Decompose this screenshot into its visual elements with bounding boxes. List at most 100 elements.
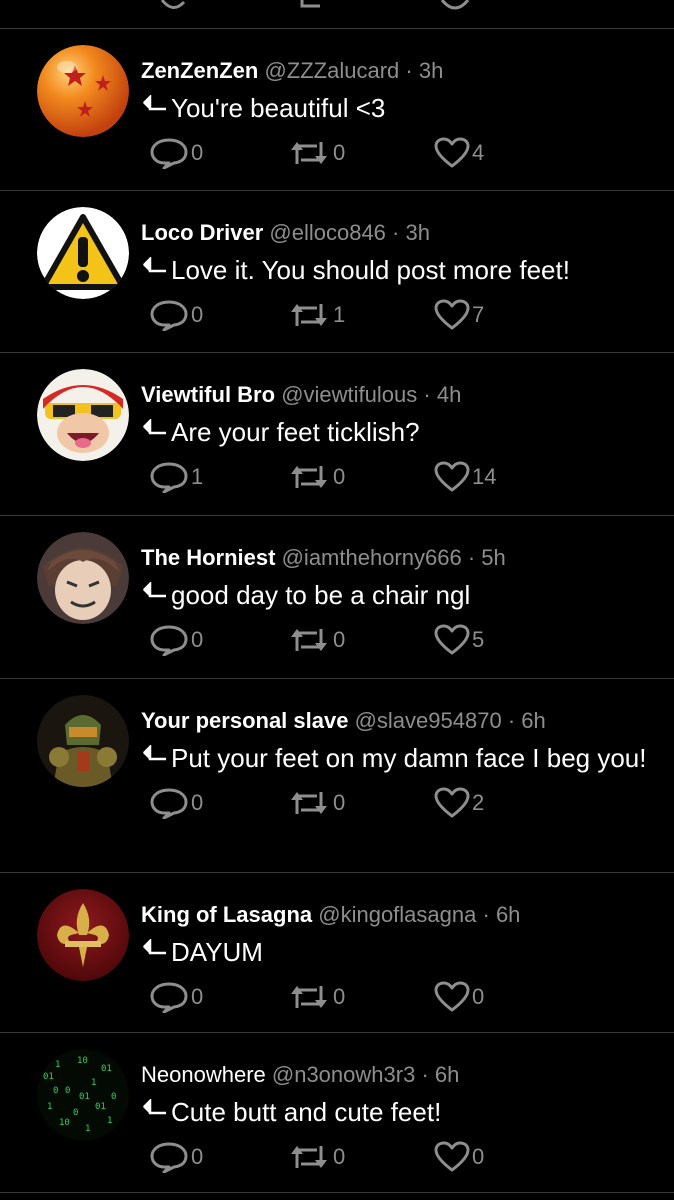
timestamp[interactable]: 6h xyxy=(521,708,545,733)
display-name[interactable]: Neonowhere xyxy=(141,1062,266,1087)
meta-separator: · xyxy=(507,708,516,733)
svg-text:01: 01 xyxy=(79,1092,90,1102)
timestamp[interactable]: 6h xyxy=(496,902,520,927)
reply-arrow-icon xyxy=(143,1099,166,1115)
display-name[interactable]: King of Lasagna xyxy=(141,902,312,927)
reply-text: good day to be a chair ngl xyxy=(141,578,654,612)
avatar[interactable] xyxy=(37,532,129,624)
comment-icon xyxy=(150,788,188,819)
like-button[interactable]: 0 xyxy=(434,980,484,1014)
avatar[interactable]: 01 1 0 10 1 01 0 1 10 0 1 01 1 01 0 xyxy=(37,1049,129,1141)
comment-button[interactable]: 1 xyxy=(149,460,203,494)
reply-text: DAYUM xyxy=(141,935,654,969)
avatar[interactable] xyxy=(37,369,129,461)
svg-text:01: 01 xyxy=(101,1064,112,1074)
comment-count: 0 xyxy=(191,140,204,165)
user-handle[interactable]: @iamthehorny666 xyxy=(282,545,462,570)
reply-text: Are your feet ticklish? xyxy=(141,415,654,449)
reply-text-content: Are your feet ticklish? xyxy=(171,417,420,447)
reply-item[interactable]: ZenZenZen @ZZZalucard · 3h You're beautif… xyxy=(0,29,674,191)
reply-text-content: Put your feet on my damn face I beg you! xyxy=(171,743,647,773)
comment-button[interactable]: 0 xyxy=(149,136,203,170)
reply-meta: Neonowhere @n3onowh3r3 · 6h xyxy=(141,1061,654,1089)
display-name[interactable]: Your personal slave xyxy=(141,708,348,733)
comment-button[interactable]: 0 xyxy=(149,298,203,332)
comment-count: 1 xyxy=(191,464,204,489)
retweet-button[interactable]: 0 xyxy=(287,980,345,1014)
like-button[interactable]: 4 xyxy=(434,136,484,170)
retweet-count: 0 xyxy=(333,984,346,1009)
comment-button[interactable]: 0 xyxy=(149,980,203,1014)
user-handle[interactable]: @ZZZalucard xyxy=(264,58,399,83)
avatar[interactable] xyxy=(37,889,129,981)
reply-item[interactable]: Loco Driver @elloco846 · 3h Love it. You … xyxy=(0,191,674,353)
reply-actions: 0 1 7 xyxy=(141,298,654,332)
meta-separator: · xyxy=(392,220,400,245)
reply-actions: 0 0 4 xyxy=(141,136,654,170)
like-button[interactable]: 5 xyxy=(434,623,484,657)
timestamp[interactable]: 6h xyxy=(435,1062,459,1087)
reply-meta: Viewtiful Bro @viewtifulous · 4h xyxy=(141,381,654,409)
timestamp[interactable]: 3h xyxy=(419,58,443,83)
like-button[interactable]: 2 xyxy=(434,786,484,820)
avatar[interactable] xyxy=(37,207,129,299)
heart-icon xyxy=(434,299,470,330)
reply-meta: Your personal slave @slave954870 · 6h xyxy=(141,707,654,735)
comment-icon xyxy=(160,0,186,9)
comment-button[interactable]: 0 xyxy=(149,786,203,820)
comment-count: 0 xyxy=(191,302,204,327)
reply-actions: 0 0 2 xyxy=(141,786,654,820)
like-count: 2 xyxy=(472,790,485,815)
reply-item[interactable]: Your personal slave @slave954870 · 6h Put… xyxy=(0,679,674,873)
reply-text: Love it. You should post more feet! xyxy=(141,253,654,287)
retweet-button[interactable]: 0 xyxy=(287,136,345,170)
reply-item[interactable]: The Horniest @iamthehorny666 · 5h good da… xyxy=(0,516,674,679)
heart-icon xyxy=(434,787,470,818)
svg-text:0: 0 xyxy=(53,1086,58,1096)
retweet-button[interactable]: 0 xyxy=(287,1140,345,1174)
retweet-button[interactable]: 0 xyxy=(287,460,345,494)
replies-feed: ZenZenZen @ZZZalucard · 3h You're beautif… xyxy=(0,29,674,1193)
like-count: 0 xyxy=(472,1144,485,1169)
comment-count: 0 xyxy=(191,984,204,1009)
svg-text:1: 1 xyxy=(91,1078,96,1088)
display-name[interactable]: Loco Driver xyxy=(141,220,263,245)
display-name[interactable]: Viewtiful Bro xyxy=(141,382,275,407)
reply-arrow-icon xyxy=(143,95,166,111)
user-handle[interactable]: @elloco846 xyxy=(269,220,386,245)
comment-count: 0 xyxy=(191,1144,204,1169)
meta-separator: · xyxy=(421,1062,429,1087)
like-count: 7 xyxy=(472,302,485,327)
timestamp[interactable]: 3h xyxy=(406,220,430,245)
comment-icon xyxy=(150,300,188,331)
retweet-count: 0 xyxy=(333,140,346,165)
user-handle[interactable]: @n3onowh3r3 xyxy=(272,1062,415,1087)
user-handle[interactable]: @kingoflasagna xyxy=(318,902,476,927)
display-name[interactable]: The Horniest xyxy=(141,545,275,570)
avatar[interactable] xyxy=(37,695,129,787)
reply-item[interactable]: 01 1 0 10 1 01 0 1 10 0 1 01 1 01 0 Neonowhere @n3onowh… xyxy=(0,1033,674,1193)
like-button[interactable]: 7 xyxy=(434,298,484,332)
comment-button[interactable]: 0 xyxy=(149,1140,203,1174)
reply-item[interactable]: Viewtiful Bro @viewtifulous · 4h Are your… xyxy=(0,353,674,516)
retweet-icon xyxy=(291,1146,327,1168)
display-name[interactable]: ZenZenZen xyxy=(141,58,258,83)
comment-button[interactable]: 0 xyxy=(149,623,203,657)
retweet-button[interactable]: 1 xyxy=(287,298,345,332)
like-button[interactable]: 0 xyxy=(434,1140,484,1174)
retweet-icon xyxy=(291,629,327,651)
user-handle[interactable]: @viewtifulous xyxy=(281,382,417,407)
reply-actions: 0 0 0 xyxy=(141,1140,654,1174)
svg-text:10: 10 xyxy=(59,1118,70,1128)
user-handle[interactable]: @slave954870 xyxy=(355,708,502,733)
avatar[interactable] xyxy=(37,45,129,137)
timestamp[interactable]: 4h xyxy=(437,382,461,407)
reply-item[interactable]: King of Lasagna @kingoflasagna · 6h DAYUM… xyxy=(0,873,674,1033)
timestamp[interactable]: 5h xyxy=(481,545,505,570)
retweet-button[interactable]: 0 xyxy=(287,786,345,820)
heart-icon xyxy=(440,0,470,10)
comment-count: 0 xyxy=(191,790,204,815)
like-button[interactable]: 14 xyxy=(434,460,496,494)
retweet-count: 0 xyxy=(333,790,346,815)
retweet-button[interactable]: 0 xyxy=(287,623,345,657)
